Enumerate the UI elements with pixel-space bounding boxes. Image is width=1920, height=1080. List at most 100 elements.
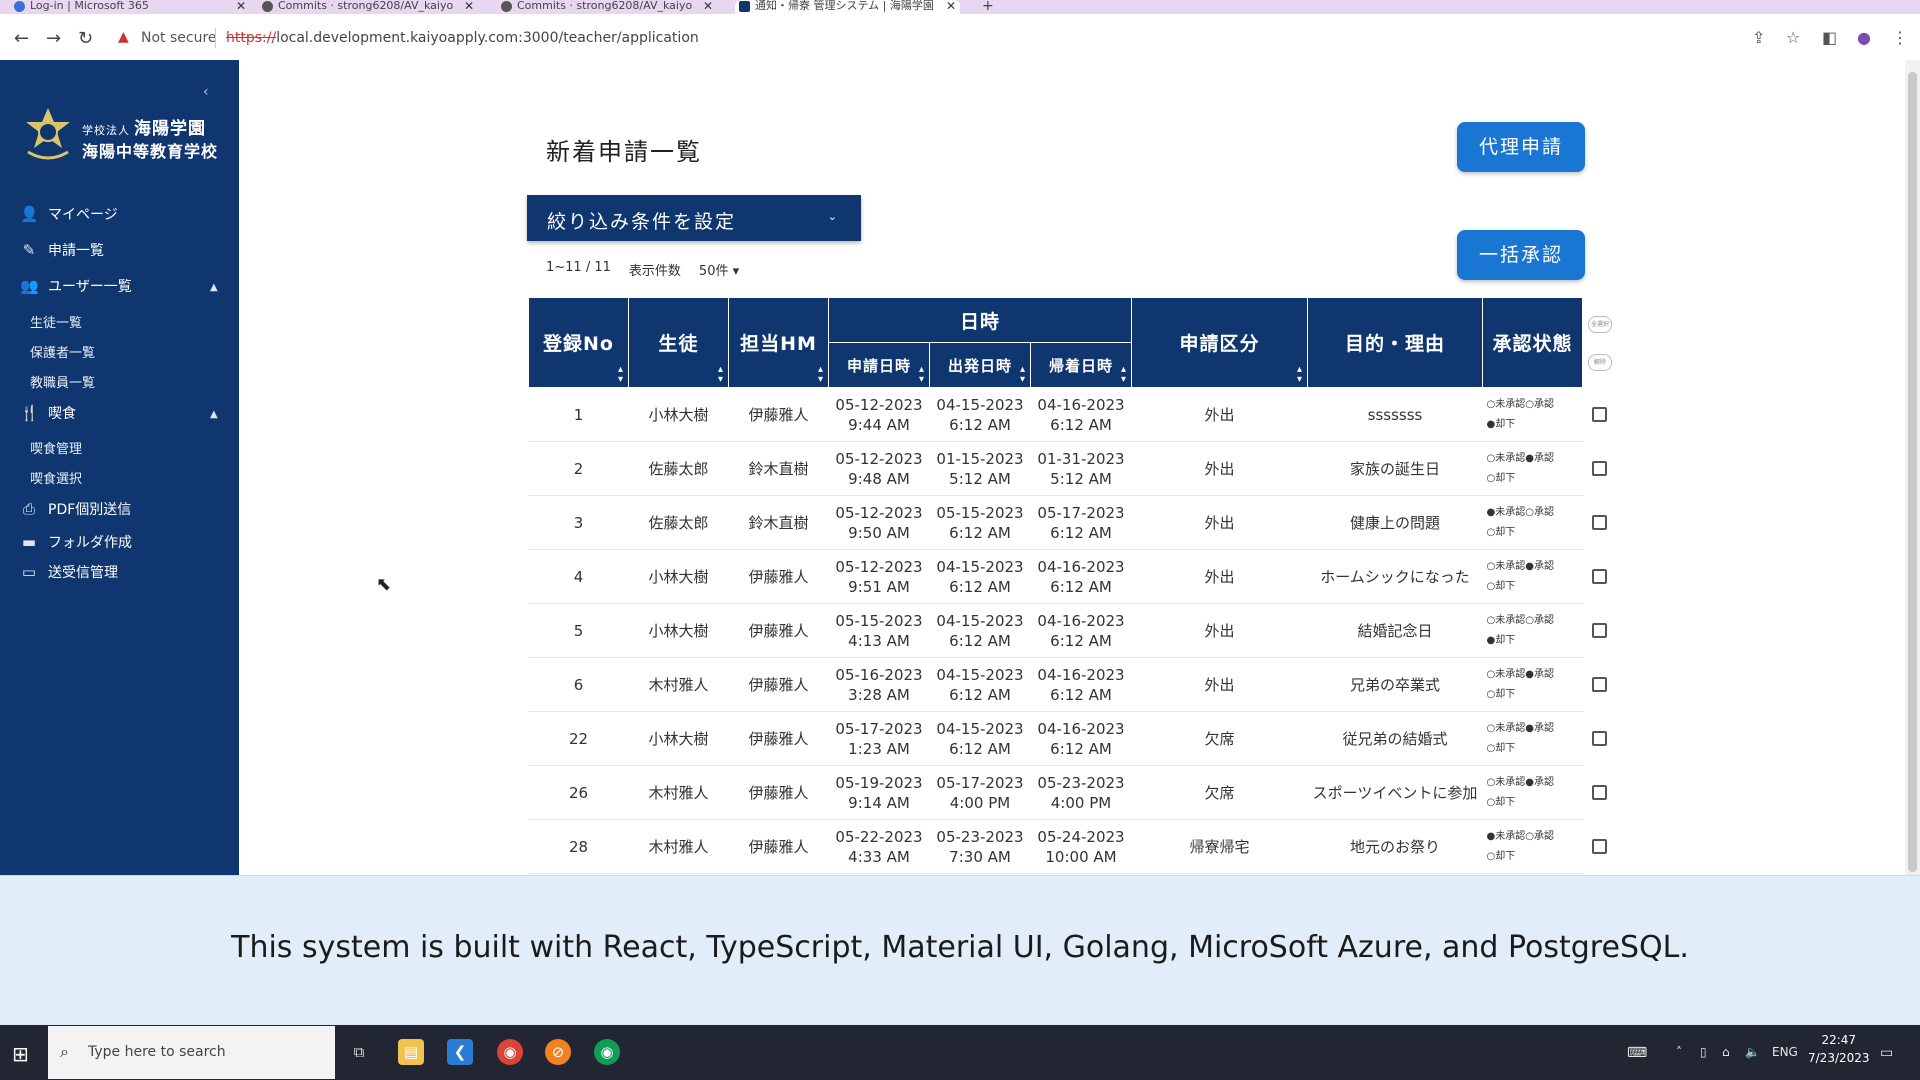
col-header-hm[interactable]: 担当HM ▴ ▾ xyxy=(728,297,829,388)
cell-status[interactable]: ○未承認○承認 ●却下 xyxy=(1482,387,1583,442)
row-checkbox[interactable] xyxy=(1592,785,1607,800)
sort-icon[interactable]: ▴ ▾ xyxy=(919,365,925,385)
row-checkbox[interactable] xyxy=(1592,461,1607,476)
row-checkbox[interactable] xyxy=(1592,407,1607,422)
cell-status[interactable]: ○未承認○承認 ●却下 xyxy=(1482,603,1583,658)
cell-status[interactable]: ○未承認●承認 ○却下 xyxy=(1482,711,1583,766)
close-tab-icon[interactable]: ✕ xyxy=(946,0,956,12)
chevron-up-icon[interactable]: ˄ xyxy=(1676,1045,1682,1059)
status-radio-group[interactable]: ○未承認○承認 ●却下 xyxy=(1487,611,1579,651)
filter-dropdown[interactable]: 絞り込み条件を設定 ⌄ xyxy=(527,195,861,241)
scrollbar-thumb[interactable] xyxy=(1908,72,1917,872)
chrome-icon[interactable]: ◉ xyxy=(594,1039,620,1065)
sidebar-item-students[interactable]: 生徒一覧 xyxy=(30,312,82,331)
sidebar-item-meals[interactable]: 🍴 喫食 xyxy=(20,403,76,423)
close-tab-icon[interactable]: ✕ xyxy=(236,0,246,12)
table-row[interactable]: 4 小林大樹 伊藤雅人 05-12-2023 9:51 AM 04-15-2023 6:12… xyxy=(528,549,1583,604)
sidebar-item-meal-selection[interactable]: 喫食選択 xyxy=(30,468,82,487)
cell-status[interactable]: ○未承認●承認 ○却下 xyxy=(1482,765,1583,820)
table-row[interactable]: 6 木村雅人 伊藤雅人 05-16-2023 3:28 AM 04-15-2023 6:12… xyxy=(528,657,1583,712)
col-header-depart[interactable]: 出発日時 ▴ ▾ xyxy=(929,342,1031,388)
cell-status[interactable]: ○未承認●承認 ○却下 xyxy=(1482,441,1583,496)
table-row[interactable]: 2 佐藤太郎 鈴木直樹 05-12-2023 9:48 AM 01-15-2023 5:12… xyxy=(528,441,1583,496)
table-row[interactable]: 5 小林大樹 伊藤雅人 05-15-2023 4:13 AM 04-15-2023 6:12… xyxy=(528,603,1583,658)
status-radio-group[interactable]: ○未承認●承認 ○却下 xyxy=(1487,449,1579,489)
col-header-applied[interactable]: 申請日時 ▴ ▾ xyxy=(828,342,930,388)
sort-icon[interactable]: ▴ ▾ xyxy=(818,365,824,385)
table-row[interactable]: 28 木村雅人 伊藤雅人 05-22-2023 4:33 AM 05-23-2023 7:3… xyxy=(528,819,1583,874)
forward-icon[interactable]: → xyxy=(46,28,61,49)
share-icon[interactable]: ⇪ xyxy=(1752,28,1765,47)
cell-status[interactable]: ○未承認●承認 ○却下 xyxy=(1482,657,1583,712)
cell-status[interactable]: ○未承認●承認 ○却下 xyxy=(1482,549,1583,604)
sort-icon[interactable]: ▴ ▾ xyxy=(718,365,724,385)
row-checkbox[interactable] xyxy=(1592,839,1607,854)
chevron-up-icon[interactable]: ▲ xyxy=(210,409,218,420)
sidepanel-icon[interactable]: ◧ xyxy=(1822,28,1837,47)
table-row[interactable]: 1 小林大樹 伊藤雅人 05-12-2023 9:44 AM 04-15-2023 6:12… xyxy=(528,387,1583,442)
sort-icon[interactable]: ▴ ▾ xyxy=(618,365,624,385)
sidebar-item-mypage[interactable]: 👤 マイページ xyxy=(20,204,118,224)
chrome-icon[interactable]: ◉ xyxy=(497,1039,523,1065)
cell-status[interactable]: ●未承認○承認 ○却下 xyxy=(1482,495,1583,550)
close-tab-icon[interactable]: ✕ xyxy=(703,0,713,12)
sort-icon[interactable]: ▴ ▾ xyxy=(1020,365,1026,385)
per-page-select[interactable]: 50件 ▾ xyxy=(699,260,739,279)
table-row[interactable]: 22 小林大樹 伊藤雅人 05-17-2023 1:23 AM 04-15-2023 6:1… xyxy=(528,711,1583,766)
col-header-category[interactable]: 申請区分 ▴ ▾ xyxy=(1131,297,1308,388)
table-row[interactable]: 3 佐藤太郎 鈴木直樹 05-12-2023 9:50 AM 05-15-2023 6:12… xyxy=(528,495,1583,550)
col-header-return[interactable]: 帰着日時 ▴ ▾ xyxy=(1030,342,1132,388)
proxy-apply-button[interactable]: 代理申請 xyxy=(1457,122,1585,172)
file-explorer-icon[interactable]: ▤ xyxy=(398,1039,424,1065)
sort-icon[interactable]: ▴ ▾ xyxy=(1121,365,1127,385)
reload-icon[interactable]: ↻ xyxy=(78,28,93,49)
collapse-sidebar-icon[interactable]: ‹ xyxy=(203,84,209,100)
sidebar-item-staff[interactable]: 教職員一覧 xyxy=(30,372,95,391)
profile-icon[interactable]: ● xyxy=(1857,28,1871,47)
notification-icon[interactable]: ▭ xyxy=(1880,1045,1893,1061)
table-row[interactable]: 26 木村雅人 伊藤雅人 05-19-2023 9:14 AM 05-17-2023 4:0… xyxy=(528,765,1583,820)
sidebar-item-meal-management[interactable]: 喫食管理 xyxy=(30,438,82,457)
sidebar-item-applications[interactable]: ✎ 申請一覧 xyxy=(20,240,104,260)
back-icon[interactable]: ← xyxy=(14,28,29,49)
new-tab-button[interactable]: + xyxy=(978,0,998,14)
row-checkbox[interactable] xyxy=(1592,731,1607,746)
status-radio-group[interactable]: ○未承認●承認 ○却下 xyxy=(1487,773,1579,813)
language-indicator[interactable]: ENG xyxy=(1772,1045,1798,1059)
sidebar-item-pdf-send[interactable]: ⎙ PDF個別送信 xyxy=(20,499,131,519)
page-scrollbar[interactable] xyxy=(1905,60,1920,875)
row-checkbox[interactable] xyxy=(1592,677,1607,692)
status-radio-group[interactable]: ○未承認○承認 ●却下 xyxy=(1487,395,1579,435)
browser-tab[interactable]: Commits · strong6208/AV_kaiyo ✕ xyxy=(258,0,478,14)
status-radio-group[interactable]: ○未承認●承認 ○却下 xyxy=(1487,665,1579,705)
windows-start-icon[interactable]: ⊞ xyxy=(12,1042,29,1066)
browser-tab[interactable]: Commits · strong6208/AV_kaiyo ✕ xyxy=(497,0,717,14)
status-radio-group[interactable]: ●未承認○承認 ○却下 xyxy=(1487,827,1579,867)
battery-icon[interactable]: ▯ xyxy=(1700,1045,1707,1059)
browser-tab[interactable]: Log-in | Microsoft 365 ✕ xyxy=(10,0,250,14)
sidebar-item-guardians[interactable]: 保護者一覧 xyxy=(30,342,95,361)
sort-icon[interactable]: ▴ ▾ xyxy=(1297,365,1303,385)
task-view-icon[interactable]: ⧉ xyxy=(346,1039,372,1065)
bulk-approve-button[interactable]: 一括承認 xyxy=(1457,230,1585,280)
keyboard-icon[interactable]: ⌨ xyxy=(1627,1045,1647,1061)
select-all-button[interactable]: 全選択 xyxy=(1588,316,1612,333)
row-checkbox[interactable] xyxy=(1592,515,1607,530)
col-header-no[interactable]: 登録No ▴ ▾ xyxy=(528,297,629,388)
vscode-icon[interactable]: ❮ xyxy=(447,1039,473,1065)
close-tab-icon[interactable]: ✕ xyxy=(464,0,474,12)
clear-selection-button[interactable]: 解除 xyxy=(1588,354,1612,371)
status-radio-group[interactable]: ●未承認○承認 ○却下 xyxy=(1487,503,1579,543)
browser-tab-active[interactable]: 通知・帰寮 管理システム | 海陽学園 ✕ xyxy=(735,0,960,14)
volume-icon[interactable]: 🔈 xyxy=(1745,1045,1760,1059)
network-icon[interactable]: ⌂ xyxy=(1722,1045,1730,1059)
bookmark-star-icon[interactable]: ☆ xyxy=(1786,28,1800,47)
chevron-up-icon[interactable]: ▲ xyxy=(210,282,218,293)
col-header-student[interactable]: 生徒 ▴ ▾ xyxy=(628,297,729,388)
sidebar-item-folder[interactable]: ▬ フォルダ作成 xyxy=(20,532,132,552)
not-secure-label[interactable]: Not secure xyxy=(141,30,217,46)
row-checkbox[interactable] xyxy=(1592,623,1607,638)
sidebar-item-inbox[interactable]: ▭ 送受信管理 xyxy=(20,562,118,582)
sidebar-item-users[interactable]: 👥 ユーザー一覧 xyxy=(20,276,132,296)
status-radio-group[interactable]: ○未承認●承認 ○却下 xyxy=(1487,557,1579,597)
